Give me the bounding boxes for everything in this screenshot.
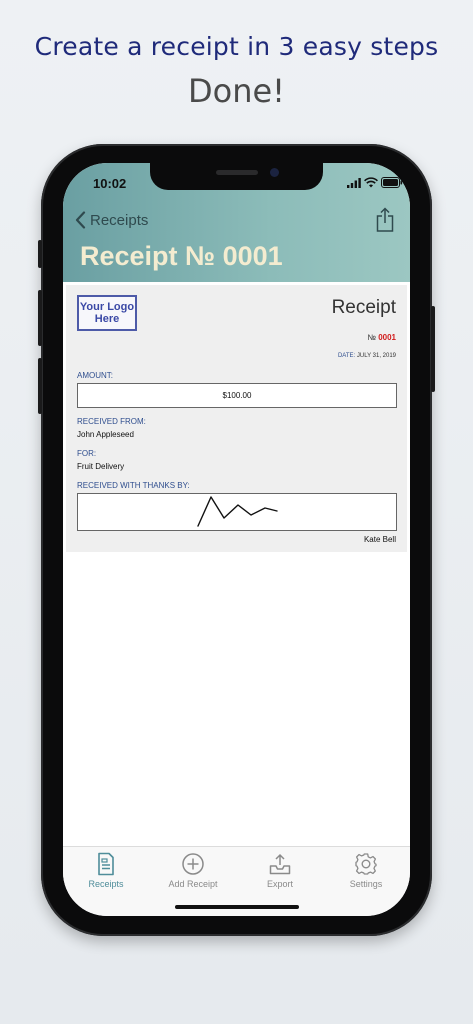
phone-volume-down: [38, 358, 42, 414]
share-icon: [376, 207, 394, 232]
receipt-heading: Receipt: [331, 297, 396, 318]
phone-speaker: [216, 170, 258, 175]
export-tray-icon: [269, 853, 291, 875]
received-with-thanks-label: RECEIVED WITH THANKS BY:: [77, 481, 190, 490]
tab-export[interactable]: Export: [237, 852, 323, 894]
signer-name: Kate Bell: [363, 535, 396, 544]
tab-receipts[interactable]: Receipts: [63, 852, 149, 894]
phone-notch: [150, 163, 323, 190]
logo-placeholder[interactable]: Your Logo Here: [77, 295, 137, 331]
tab-receipts-label: Receipts: [88, 879, 124, 889]
receipt-preview: Your Logo Here Receipt № 0001 DATE: JULY…: [66, 285, 407, 552]
tab-settings-label: Settings: [349, 879, 383, 889]
receipt-icon: [98, 852, 114, 876]
amount-label: AMOUNT:: [77, 371, 113, 380]
status-time: 10:02: [93, 176, 127, 191]
signature-drawing: [197, 496, 278, 527]
promo-subheadline: Done!: [187, 72, 285, 110]
receipt-date: DATE: JULY 31, 2019: [256, 353, 396, 359]
phone-volume-up: [38, 290, 42, 346]
tab-add-receipt[interactable]: Add Receipt: [150, 852, 236, 894]
battery-icon: [381, 177, 403, 188]
add-circle-icon: [182, 853, 204, 875]
back-button[interactable]: Receipts: [75, 209, 148, 231]
phone-camera: [270, 168, 279, 177]
phone-power-button: [431, 306, 435, 392]
promo-headline: Create a receipt in 3 easy steps: [34, 32, 439, 61]
wifi-icon: [364, 177, 378, 188]
back-button-label: Receipts: [90, 211, 149, 229]
amount-field[interactable]: $100.00: [77, 383, 397, 408]
receipt-number-value: 0001: [378, 333, 396, 342]
status-icons: [347, 177, 403, 189]
receipt-number: № 0001: [266, 333, 396, 342]
share-button[interactable]: [375, 207, 395, 233]
phone-mute-switch: [38, 240, 42, 268]
phone-screen: 10:02 Receipts Receipt № 0001 Your Logo …: [63, 163, 410, 916]
for-value: Fruit Delivery: [77, 462, 125, 471]
receipt-number-prefix: №: [367, 333, 376, 342]
tab-settings[interactable]: Settings: [323, 852, 409, 894]
gear-icon: [355, 853, 377, 875]
received-from-label: RECEIVED FROM:: [77, 417, 146, 426]
chevron-left-icon: [75, 211, 86, 229]
signal-icon: [347, 178, 361, 188]
for-label: FOR:: [77, 449, 97, 458]
receipt-date-label: DATE:: [337, 353, 356, 359]
tab-add-receipt-label: Add Receipt: [168, 879, 218, 889]
home-indicator[interactable]: [175, 905, 299, 909]
signature-box[interactable]: [77, 493, 397, 531]
tab-export-label: Export: [266, 879, 293, 889]
received-from-value: John Appleseed: [77, 430, 134, 439]
receipt-date-value: JULY 31, 2019: [356, 353, 396, 359]
page-title: Receipt № 0001: [80, 241, 283, 271]
